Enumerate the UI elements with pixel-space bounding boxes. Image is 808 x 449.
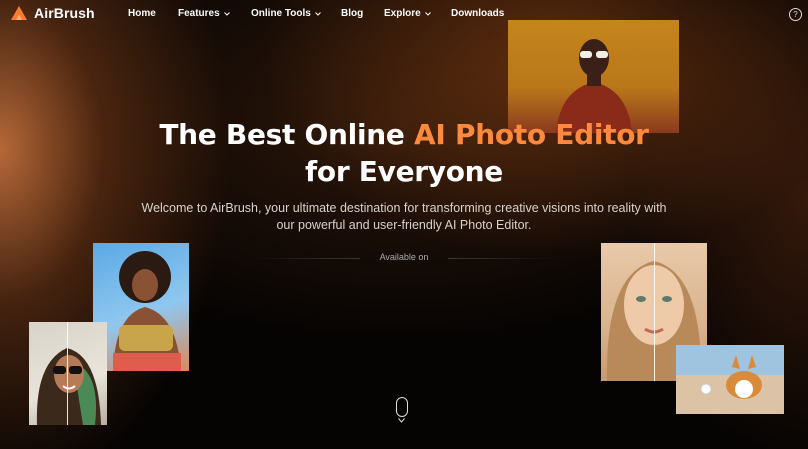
woman-green-hair-illustration xyxy=(36,348,101,425)
photo-corgi-dog xyxy=(676,345,784,414)
headline-text: The Best Online xyxy=(159,118,415,151)
top-navigation: AirBrush Home Features Online Tools Blog… xyxy=(0,0,808,28)
before-after-divider xyxy=(654,243,655,381)
headline-accent-text: AI Photo Editor xyxy=(414,118,649,151)
chevron-down-icon xyxy=(223,11,230,16)
woman-curly-hair-illustration xyxy=(113,251,181,371)
before-after-divider xyxy=(67,322,68,425)
scroll-mouse-icon[interactable] xyxy=(396,397,408,417)
nav-downloads[interactable]: Downloads xyxy=(451,8,504,19)
airbrush-logo[interactable]: AirBrush xyxy=(10,5,95,21)
nav-online-tools[interactable]: Online Tools xyxy=(251,8,321,19)
logo-text: AirBrush xyxy=(34,5,95,21)
nav-features[interactable]: Features xyxy=(178,8,230,19)
nav-features-label: Features xyxy=(178,8,220,19)
photo-woman-green-hair-before-after xyxy=(29,322,107,425)
help-icon[interactable]: ? xyxy=(789,8,802,21)
chevron-down-icon xyxy=(314,11,321,16)
photo-woman-sunglasses-orange xyxy=(508,20,679,133)
nav-downloads-label: Downloads xyxy=(451,8,505,19)
hero-subtitle-line1: Welcome to AirBrush, your ultimate desti… xyxy=(141,201,667,215)
chevron-down-icon xyxy=(398,418,405,423)
nav-blog-label: Blog xyxy=(341,8,364,19)
nav-online-tools-label: Online Tools xyxy=(251,8,311,19)
hero-subtitle-line2: our powerful and user-friendly AI Photo … xyxy=(276,218,532,232)
hero-headline-line2: for Everyone xyxy=(305,155,503,188)
nav-blog[interactable]: Blog xyxy=(341,8,363,19)
chevron-down-icon xyxy=(424,11,431,16)
available-on-label: Available on xyxy=(379,252,429,262)
photo-woman-curly-hair xyxy=(93,243,189,371)
nav-explore-label: Explore xyxy=(384,8,421,19)
corgi-dog-illustration xyxy=(676,345,784,414)
airbrush-logo-icon xyxy=(11,6,27,20)
nav-explore[interactable]: Explore xyxy=(384,8,431,19)
nav-home[interactable]: Home xyxy=(128,8,156,19)
hero-headline-line1: The Best Online AI Photo Editor xyxy=(0,118,808,151)
woman-sunglasses-illustration xyxy=(556,39,632,133)
nav-home-label: Home xyxy=(128,8,156,19)
